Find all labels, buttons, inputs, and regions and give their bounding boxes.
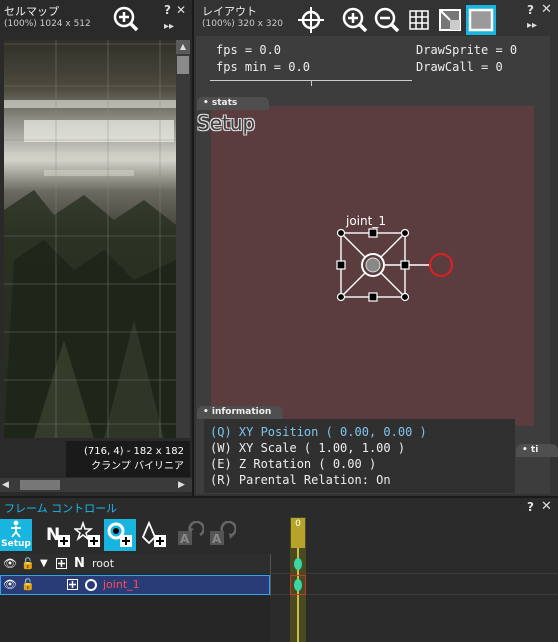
visibility-eye-icon[interactable]: 👁 — [3, 554, 17, 574]
scroll-left-icon[interactable]: ◀ — [2, 478, 14, 492]
fps-stats: fps = 0.0 fps min = 0.0 — [216, 42, 310, 76]
add-null-icon[interactable]: N — [44, 521, 72, 549]
zoom-in-icon[interactable] — [340, 5, 370, 35]
keyframe-root[interactable] — [294, 558, 302, 570]
frame-control-close-button[interactable]: ✕ — [541, 499, 552, 514]
cellmap-cell-info: (716, 4) - 182 x 182 クランプ バイリニア — [66, 441, 190, 477]
keyframe-joint[interactable] — [294, 579, 302, 591]
figure-icon — [11, 520, 21, 538]
visibility-eye-icon[interactable]: 👁 — [3, 575, 17, 595]
grid-icon[interactable] — [404, 5, 434, 35]
image-bounds-icon[interactable] — [435, 5, 465, 35]
null-node-icon: N — [74, 556, 85, 571]
cellmap-texture-view[interactable] — [4, 40, 176, 438]
frame-control-help-button[interactable]: ? — [527, 500, 534, 514]
cell-filter-text: クランプ バイリニア — [91, 461, 184, 472]
info-xy-position: (Q) XY Position ( 0.00, 0.00 ) — [210, 425, 427, 439]
add-bone-icon[interactable] — [140, 520, 168, 549]
stats-graph-tick — [311, 80, 312, 86]
expand-box-icon[interactable] — [56, 558, 67, 569]
setup-button[interactable]: Setup — [0, 519, 32, 551]
cellmap-vertical-scroll-thumb[interactable] — [177, 56, 189, 74]
cellmap-forward-button[interactable]: ▸▸ — [164, 21, 174, 32]
fps-text: fps = 0.0 — [216, 43, 282, 57]
joint-node-icon — [85, 579, 97, 591]
cell-rect-text: (716, 4) - 182 x 182 — [83, 446, 184, 457]
add-joint-icon — [107, 522, 132, 547]
cellmap-horizontal-scroll-thumb[interactable] — [20, 480, 60, 490]
joint-gizmo[interactable] — [330, 224, 460, 308]
lock-icon[interactable]: 🔓 — [21, 554, 35, 574]
frame-control-title: フレーム コントロール — [4, 502, 118, 515]
svg-text:A: A — [180, 532, 190, 546]
tree-timeline-divider[interactable] — [270, 554, 271, 596]
layout-title: レイアウト — [202, 5, 257, 18]
tree-row-joint[interactable]: 👁 🔓 joint_1 — [0, 575, 270, 595]
add-effect-icon[interactable] — [72, 520, 102, 549]
draw-stats: DrawSprite = 0 DrawCall = 0 — [416, 42, 517, 76]
zoom-out-icon[interactable] — [372, 5, 402, 35]
layout-help-button[interactable]: ? — [527, 3, 534, 17]
layout-close-button[interactable]: ✕ — [541, 2, 552, 17]
info-xy-scale: (W) XY Scale ( 1.00, 1.00 ) — [210, 441, 406, 455]
zoom-in-icon[interactable] — [112, 5, 140, 33]
setup-button-label: Setup — [1, 539, 31, 549]
info-z-rotation: (E) Z Rotation ( 0.00 ) — [210, 457, 377, 471]
fps-min-text: fps min = 0.0 — [216, 60, 310, 74]
joint-name: joint_1 — [103, 578, 140, 591]
expand-arrow-icon[interactable]: ▼ — [40, 554, 48, 574]
add-joint-button[interactable] — [104, 519, 136, 551]
draw-sprite-text: DrawSprite = 0 — [416, 43, 518, 57]
draw-call-text: DrawCall = 0 — [416, 60, 503, 74]
undo-text-icon: A — [176, 520, 205, 549]
cellmap-help-button[interactable]: ? — [164, 3, 171, 17]
crosshair-icon[interactable] — [296, 5, 326, 35]
tab-timeline[interactable]: • ti — [516, 444, 558, 457]
layout-forward-button[interactable]: ▸▸ — [527, 20, 537, 31]
tree-row-root[interactable]: 👁 🔓 ▼ N root — [0, 554, 270, 574]
lock-icon[interactable]: 🔓 — [21, 575, 35, 595]
setup-mode-label: Setup — [197, 111, 256, 135]
tab-information[interactable]: • information — [197, 406, 283, 419]
frame-display-icon[interactable] — [466, 5, 496, 35]
panel-divider[interactable] — [0, 496, 558, 498]
info-parental-relation: (R) Parental Relation: On — [210, 473, 391, 487]
scroll-up-icon[interactable]: ▲ — [176, 40, 190, 54]
information-panel: (Q) XY Position ( 0.00, 0.00 ) (W) XY Sc… — [204, 419, 515, 493]
expand-box-icon[interactable] — [67, 579, 78, 590]
playhead-frame-number: 0 — [295, 519, 301, 529]
timeline-row-root[interactable] — [272, 554, 558, 574]
timeline-row-joint[interactable] — [272, 575, 558, 595]
cellmap-zoom-info: (100%) 1024 x 512 — [4, 19, 91, 29]
layout-zoom-info: (100%) 320 x 320 — [202, 19, 284, 29]
root-name: root — [92, 557, 115, 570]
redo-text-icon: A — [208, 520, 237, 549]
cellmap-title: セルマップ — [4, 5, 59, 18]
svg-text:A: A — [212, 532, 222, 546]
cellmap-vertical-scrollbar[interactable] — [176, 40, 190, 438]
scroll-right-icon[interactable]: ▶ — [178, 478, 190, 492]
tab-stats[interactable]: • stats — [197, 97, 269, 110]
cellmap-close-button[interactable]: ✕ — [176, 3, 186, 17]
